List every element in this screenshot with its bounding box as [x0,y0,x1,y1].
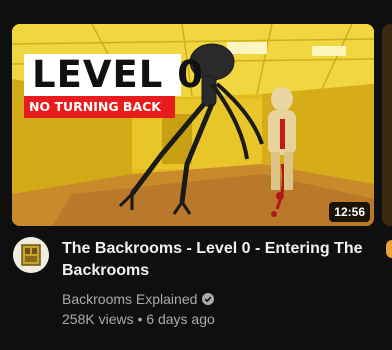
verified-check-icon [202,293,215,305]
channel-name[interactable]: Backrooms Explained [62,289,197,309]
video-thumbnail[interactable]: LEVEL 0 NO TURNING BACK 12:56 [12,24,374,226]
thumbnail-subline: NO TURNING BACK [24,96,175,118]
thumbnail-banner: LEVEL 0 NO TURNING BACK [24,54,203,118]
channel-avatar[interactable] [13,237,49,273]
video-meta: The Backrooms - Level 0 - Entering The B… [62,238,372,329]
channel-row: Backrooms Explained [62,289,372,309]
video-stats: 258K views • 6 days ago [62,309,372,329]
duration-badge: 12:56 [329,202,370,222]
upload-age: 6 days ago [146,311,215,327]
next-video-avatar-edge[interactable] [386,240,392,258]
video-title[interactable]: The Backrooms - Level 0 - Entering The B… [62,238,372,282]
thumbnail-headline: LEVEL 0 [24,54,203,96]
view-count: 258K views [62,311,134,327]
meta-separator: • [137,311,143,327]
video-card[interactable]: LEVEL 0 NO TURNING BACK 12:56 The Backro… [0,0,392,350]
backrooms-logo-icon [13,237,49,273]
next-video-thumbnail-edge[interactable] [382,24,392,226]
